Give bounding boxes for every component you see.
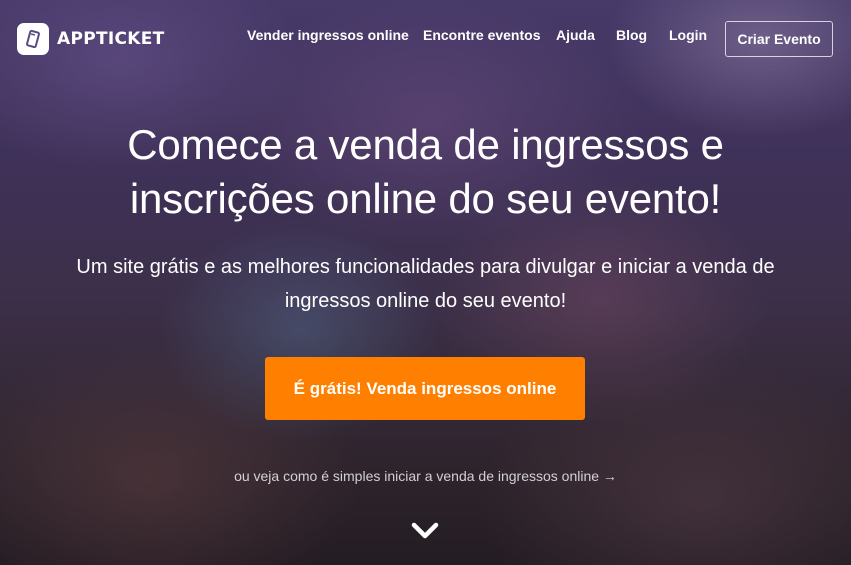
brand-logo[interactable]: APPTICKET: [17, 22, 165, 55]
ticket-icon: [17, 22, 49, 55]
hero-subheadline-line-2: ingressos online do seu evento!: [284, 290, 567, 312]
hero-subheadline: Um site grátis e as melhores funcionalid…: [0, 250, 851, 318]
hero-subheadline-line-1: Um site grátis e as melhores funcionalid…: [76, 256, 775, 278]
nav-link-find-events[interactable]: Encontre eventos: [423, 27, 540, 47]
nav-link-login[interactable]: Login: [669, 27, 707, 47]
chevron-down-icon[interactable]: [409, 519, 441, 543]
hero-headline-line-1: Comece a venda de ingressos e: [127, 121, 724, 168]
sell-tickets-cta-button[interactable]: É grátis! Venda ingressos online: [265, 357, 585, 420]
nav-link-blog[interactable]: Blog: [616, 27, 647, 47]
hero-headline-line-2: inscrições online do seu evento!: [129, 175, 722, 222]
nav-link-help[interactable]: Ajuda: [556, 27, 595, 47]
how-it-works-link[interactable]: ou veja como é simples iniciar a venda d…: [0, 468, 851, 484]
brand-name: APPTICKET: [57, 28, 165, 49]
hero-headline: Comece a venda de ingressos e inscrições…: [0, 118, 851, 226]
create-event-button[interactable]: Criar Evento: [725, 21, 833, 57]
nav-link-sell-tickets[interactable]: Vender ingressos online: [247, 27, 409, 47]
top-navigation: APPTICKET Vender ingressos online Encont…: [0, 0, 851, 75]
